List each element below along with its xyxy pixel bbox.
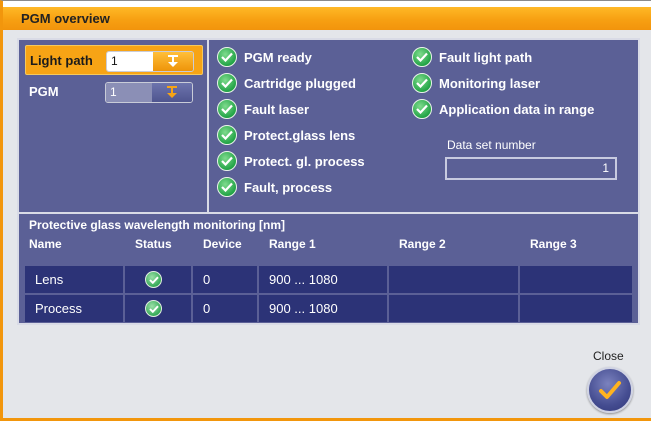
- cell-range-3: [520, 295, 632, 322]
- check-ok-icon: [412, 99, 432, 119]
- cell-device: 0: [193, 295, 259, 322]
- header-device: Device: [203, 237, 242, 251]
- check-ok-icon: [412, 47, 432, 67]
- dropdown-arrow-icon: [167, 86, 177, 98]
- cell-range-1: 900 ... 1080: [259, 266, 389, 293]
- status-protect-gl-process: Protect. gl. process: [217, 150, 365, 172]
- status-protect-glass-lens: Protect.glass lens: [217, 124, 355, 146]
- status-pgm-ready: PGM ready: [217, 46, 312, 68]
- status-monitoring-laser: Monitoring laser: [412, 72, 540, 94]
- cell-range-1: 900 ... 1080: [259, 295, 389, 322]
- status-label: Fault laser: [244, 101, 310, 117]
- pgm-value[interactable]: 1: [106, 83, 152, 102]
- light-path-selector[interactable]: 1: [106, 51, 194, 72]
- dropdown-arrow-icon: [168, 55, 178, 67]
- status-label: Monitoring laser: [439, 75, 541, 91]
- main-panel: Light path 1 PGM 1 PGM ready Cartridge p…: [17, 38, 640, 325]
- light-path-row[interactable]: Light path 1: [25, 45, 203, 75]
- close-button[interactable]: [587, 367, 633, 413]
- check-ok-icon: [217, 151, 237, 171]
- cell-device: 0: [193, 266, 259, 293]
- light-path-value[interactable]: 1: [107, 52, 153, 71]
- status-fault-light-path: Fault light path: [412, 46, 532, 68]
- window-title: PGM overview: [3, 7, 651, 30]
- header-range-2: Range 2: [399, 237, 446, 251]
- status-label: Fault, process: [244, 179, 333, 195]
- pgm-row[interactable]: PGM 1: [25, 77, 203, 107]
- selection-panel: Light path 1 PGM 1: [19, 40, 209, 212]
- header-name: Name: [29, 237, 62, 251]
- status-label: PGM ready: [244, 49, 312, 65]
- status-cartridge-plugged: Cartridge plugged: [217, 72, 356, 94]
- cell-range-2: [389, 266, 520, 293]
- check-ok-icon: [145, 271, 162, 288]
- cell-status: [125, 266, 193, 293]
- check-ok-icon: [412, 73, 432, 93]
- status-label: Fault light path: [439, 49, 533, 65]
- cell-name: Process: [25, 295, 125, 322]
- status-label: Cartridge plugged: [244, 75, 356, 91]
- check-ok-icon: [217, 125, 237, 145]
- check-ok-icon: [217, 99, 237, 119]
- cell-range-3: [520, 266, 632, 293]
- cell-status: [125, 295, 193, 322]
- light-path-dropdown-button[interactable]: [153, 52, 193, 71]
- data-set-label: Data set number: [447, 138, 536, 152]
- cell-name: Lens: [25, 266, 125, 293]
- header-range-3: Range 3: [530, 237, 577, 251]
- panel-divider: [19, 212, 638, 214]
- check-ok-icon: [217, 177, 237, 197]
- pgm-overview-window: PGM overview Light path 1 PGM 1 PGM read…: [0, 0, 651, 421]
- light-path-label: Light path: [30, 53, 93, 68]
- data-set-number-field[interactable]: 1: [445, 157, 617, 180]
- status-panel: PGM ready Cartridge plugged Fault laser …: [211, 40, 638, 212]
- checkmark-icon: [599, 381, 621, 399]
- header-range-1: Range 1: [269, 237, 316, 251]
- status-label: Application data in range: [439, 101, 595, 117]
- check-ok-icon: [145, 300, 162, 317]
- pgm-selector[interactable]: 1: [105, 82, 193, 103]
- check-ok-icon: [217, 47, 237, 67]
- check-ok-icon: [217, 73, 237, 93]
- close-label: Close: [593, 349, 624, 363]
- pgm-label: PGM: [29, 84, 59, 99]
- status-fault-laser: Fault laser: [217, 98, 309, 120]
- status-label: Protect.glass lens: [244, 127, 356, 143]
- header-status: Status: [135, 237, 172, 251]
- status-application-data: Application data in range: [412, 98, 594, 120]
- table-row[interactable]: Process 0 900 ... 1080: [25, 295, 632, 322]
- pgm-dropdown-button[interactable]: [152, 83, 192, 102]
- monitoring-title: Protective glass wavelength monitoring […: [29, 218, 286, 232]
- status-label: Protect. gl. process: [244, 153, 365, 169]
- cell-range-2: [389, 295, 520, 322]
- table-row[interactable]: Lens 0 900 ... 1080: [25, 266, 632, 293]
- status-fault-process: Fault, process: [217, 176, 332, 198]
